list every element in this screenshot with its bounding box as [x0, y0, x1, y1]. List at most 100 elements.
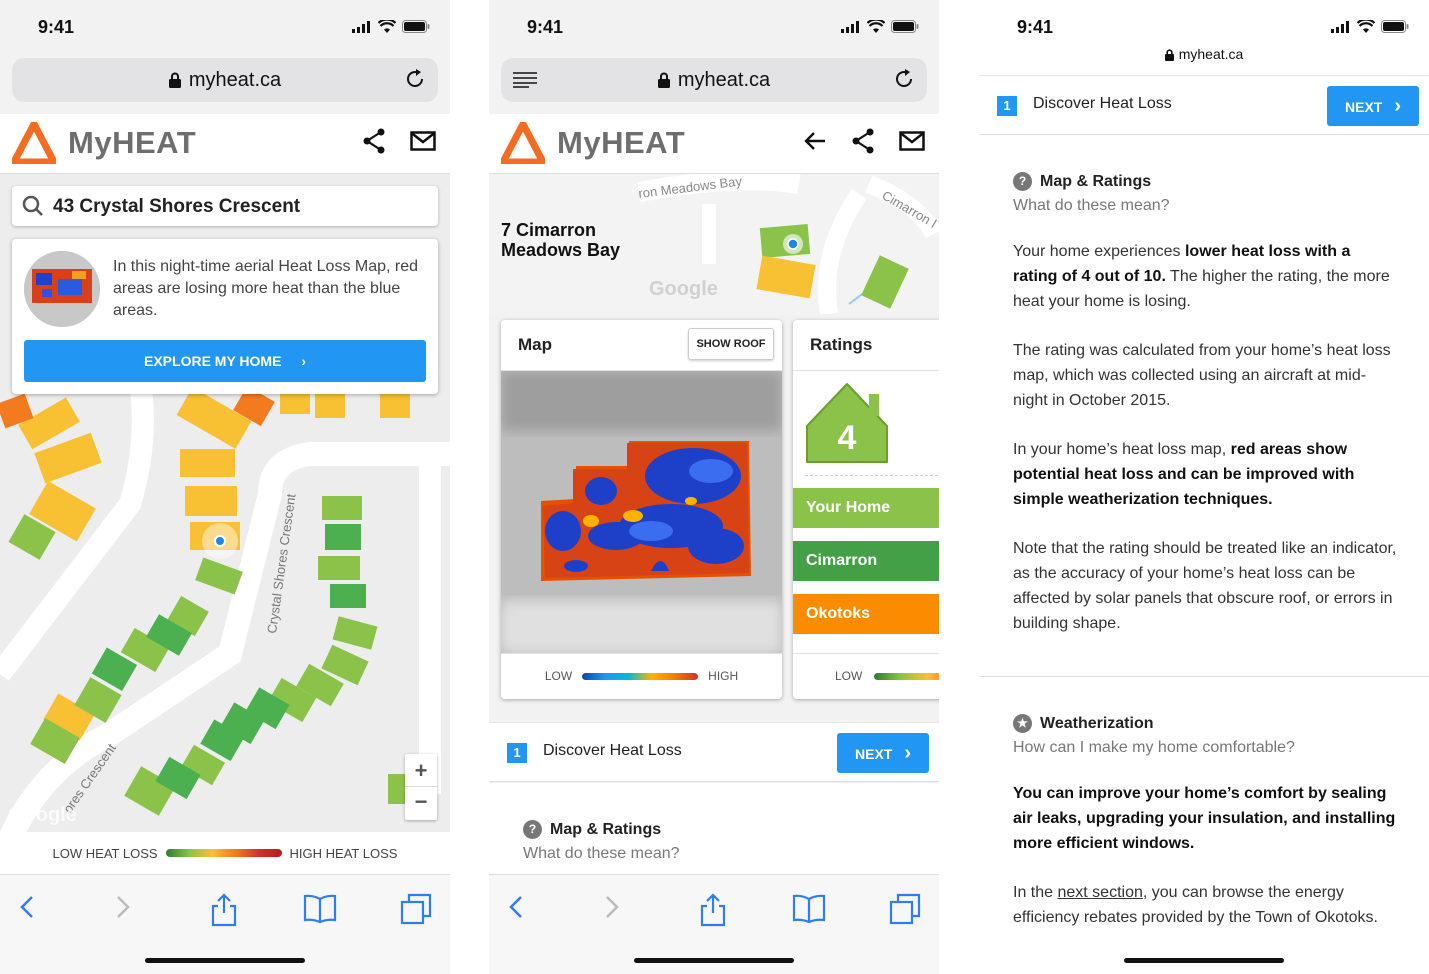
signal-icon	[352, 20, 370, 33]
show-roof-button[interactable]: SHOW ROOF	[688, 328, 774, 360]
ratings-legend-low: LOW	[835, 669, 863, 683]
rating-paragraph: Your home experiences lower heat loss wi…	[1013, 243, 1390, 310]
next-button[interactable]: NEXT ›	[1327, 86, 1419, 126]
next-section-link[interactable]: next section	[1057, 884, 1142, 901]
property-address: 7 Cimarron Meadows Bay	[501, 220, 621, 260]
signal-icon	[1331, 20, 1349, 33]
map-ratings-section: ? Map & Ratings What do these mean? Your …	[1013, 172, 1399, 636]
address-bar[interactable]: myheat.ca	[501, 58, 927, 102]
logo-text: MyHEAT	[68, 125, 197, 160]
zoom-out-button[interactable]: −	[405, 787, 437, 820]
map-panel-title: Map	[518, 335, 552, 354]
url-text: myheat.ca	[188, 69, 282, 91]
signal-icon	[841, 20, 859, 33]
calculation-paragraph: The rating was calculated from your home…	[1013, 342, 1391, 409]
status-time: 9:41	[527, 17, 564, 37]
status-bar: 9:41	[0, 0, 450, 56]
step-number: 1	[997, 96, 1017, 116]
forward-icon[interactable]	[601, 893, 623, 921]
reload-icon[interactable]	[893, 68, 915, 90]
forward-icon[interactable]	[112, 893, 134, 921]
rating-row-cimarron: Cimarron	[793, 541, 939, 581]
chevron-right-icon: ›	[1394, 95, 1402, 117]
legend-high-label: HIGH HEAT LOSS	[289, 845, 398, 861]
bookmarks-icon[interactable]	[303, 893, 337, 923]
step-title: Discover Heat Loss	[1033, 95, 1172, 112]
share-icon[interactable]	[851, 128, 875, 154]
arrow-back-icon[interactable]	[803, 130, 827, 152]
ratings-panel: Ratings 4 Your Home Cimarron Okotoks LOW	[793, 320, 939, 699]
share-icon[interactable]	[362, 128, 386, 154]
status-time: 9:41	[38, 17, 75, 37]
battery-icon	[402, 20, 430, 33]
back-icon[interactable]	[505, 893, 527, 921]
url-text: myheat.ca	[677, 69, 771, 91]
lock-icon	[1164, 49, 1174, 61]
app-header: MyHEAT	[489, 114, 939, 174]
wifi-icon	[867, 20, 885, 33]
battery-icon	[1381, 20, 1409, 33]
compact-address-bar[interactable]: myheat.ca	[979, 46, 1429, 62]
tabs-icon[interactable]	[889, 893, 921, 925]
address-search-input[interactable]: 43 Crystal Shores Crescent	[12, 186, 438, 226]
explore-label: EXPLORE MY HOME	[144, 353, 282, 369]
rating-row-okotoks: Okotoks	[793, 594, 939, 634]
zoom-in-button[interactable]: +	[405, 754, 437, 787]
mail-icon[interactable]	[410, 131, 436, 151]
share-sheet-icon[interactable]	[699, 893, 727, 927]
phone-screen-ratings: 9:41 myheat.ca MyHEAT ron Meadows Bay Ci…	[489, 0, 939, 974]
legend-low: LOW	[544, 669, 573, 683]
ratings-panel-title: Ratings	[810, 335, 873, 354]
thermal-image	[501, 371, 782, 653]
step-bar: 1 Discover Heat Loss NEXT ›	[979, 75, 1429, 135]
star-icon: ★	[1013, 714, 1032, 733]
street-label-2: Cimarron I	[880, 188, 940, 231]
phone-screen-map: 9:41 myheat.ca MyHEAT Crystal Shores Cre…	[0, 0, 450, 974]
search-icon	[22, 195, 43, 216]
lock-icon	[657, 72, 670, 88]
weatherization-section: ★ Weatherization How can I make my home c…	[1013, 714, 1399, 930]
section-subtitle: How can I make my home comfortable?	[1013, 739, 1295, 756]
section-subtitle: What do these mean?	[1013, 197, 1170, 214]
step-title: Discover Heat Loss	[543, 742, 682, 759]
section-title: Map & Ratings	[550, 820, 662, 838]
back-icon[interactable]	[16, 893, 38, 921]
home-indicator	[1124, 958, 1284, 963]
rating-value: 4	[838, 419, 857, 457]
question-icon: ?	[523, 820, 542, 839]
battery-icon	[891, 20, 919, 33]
myheat-logo[interactable]: MyHEAT	[12, 122, 196, 164]
ratings-gradient	[874, 672, 939, 680]
zoom-control: + −	[405, 754, 437, 820]
legend-high: HIGH	[708, 669, 739, 683]
wifi-icon	[378, 20, 396, 33]
intro-text: In this night-time aerial Heat Loss Map,…	[113, 258, 419, 319]
reload-icon[interactable]	[404, 68, 426, 90]
legend-color-bar	[165, 849, 282, 857]
google-watermark: Google	[8, 804, 77, 826]
next-button[interactable]: NEXT ›	[837, 733, 929, 773]
section-title: Map & Ratings	[1040, 172, 1152, 190]
map-panel-legend: LOW HIGH	[501, 669, 782, 683]
heat-loss-legend: LOW HEAT LOSS HIGH HEAT LOSS	[0, 832, 450, 874]
wifi-icon	[1357, 20, 1375, 33]
tabs-icon[interactable]	[400, 893, 432, 925]
heat-map-thumbnail	[24, 251, 100, 327]
myheat-logo[interactable]: MyHEAT	[501, 122, 685, 164]
heat-map-paragraph: In your home’s heat loss map, red areas …	[1013, 441, 1355, 508]
legend-low-label: LOW HEAT LOSS	[52, 845, 158, 861]
mail-icon[interactable]	[899, 131, 925, 151]
map-panel: Map SHOW ROOF LOW HIGH	[501, 320, 782, 699]
section-title: Weatherization	[1040, 714, 1154, 732]
app-header: MyHEAT	[0, 114, 450, 174]
logo-triangle-icon	[12, 122, 56, 164]
address-bar[interactable]: myheat.ca	[12, 58, 438, 102]
question-icon: ?	[1013, 172, 1032, 191]
comfort-paragraph: You can improve your home’s comfort by s…	[1013, 785, 1396, 852]
bookmarks-icon[interactable]	[792, 893, 826, 923]
chevron-right-icon: ›	[904, 742, 912, 764]
location-minimap[interactable]: ron Meadows Bay Cimarron I 7 Cimarron Mea…	[489, 174, 939, 314]
explore-my-home-button[interactable]: EXPLORE MY HOME ›	[24, 340, 426, 382]
chevron-right-icon: ›	[301, 353, 306, 369]
share-sheet-icon[interactable]	[210, 893, 238, 927]
